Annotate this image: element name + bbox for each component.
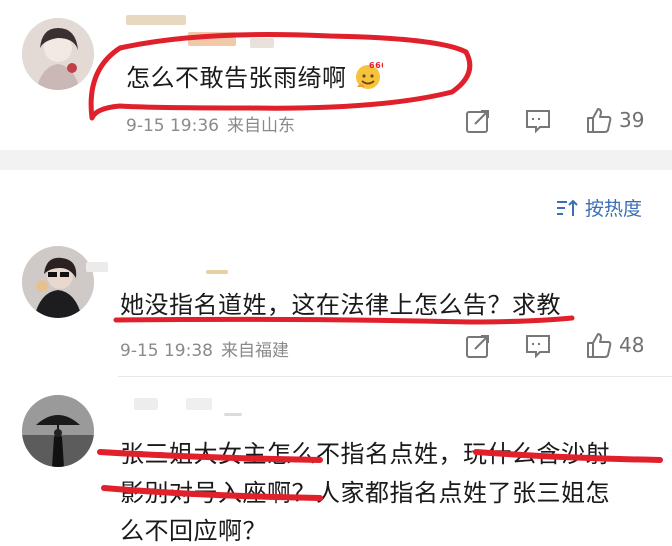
share-icon bbox=[466, 110, 489, 133]
emoji-666-icon: 666 bbox=[353, 61, 386, 97]
avatar-image bbox=[22, 18, 94, 90]
thumbs-up-icon bbox=[587, 108, 612, 133]
comment-meta: 9-15 19:36 来自山东 bbox=[126, 116, 295, 136]
username-mosaic bbox=[188, 32, 236, 46]
comment-button[interactable] bbox=[524, 333, 552, 359]
avatar[interactable] bbox=[22, 395, 94, 467]
like-button[interactable]: 48 bbox=[585, 331, 644, 359]
avatar-image bbox=[22, 246, 94, 318]
username-blurred[interactable] bbox=[126, 15, 186, 25]
comment-icon bbox=[526, 110, 550, 134]
like-button[interactable]: 39 bbox=[585, 106, 644, 134]
username-mosaic bbox=[186, 398, 212, 410]
sort-by-hot-button[interactable]: 按热度 bbox=[555, 194, 642, 221]
share-button[interactable] bbox=[465, 108, 491, 134]
comment-text-line-2: 影别对号入座啊？人家都指名点姓了张三姐怎 bbox=[120, 479, 610, 507]
sort-label: 按热度 bbox=[585, 198, 643, 220]
avatar[interactable] bbox=[22, 18, 94, 90]
share-icon bbox=[466, 335, 489, 358]
comment-separator bbox=[118, 376, 672, 377]
svg-text:666: 666 bbox=[369, 61, 383, 70]
username-blurred[interactable] bbox=[134, 398, 158, 410]
like-count: 39 bbox=[619, 108, 645, 132]
comment-icon bbox=[526, 335, 550, 359]
avatar[interactable] bbox=[22, 246, 94, 318]
badge-blurred bbox=[206, 270, 228, 274]
like-count: 48 bbox=[619, 333, 645, 357]
thumbs-up-icon bbox=[587, 333, 612, 358]
comment-text-line-1: 张三姐大女主怎么不指名点姓，玩什么含沙射 bbox=[120, 440, 610, 468]
comment-meta: 9-15 19:38 来自福建 bbox=[120, 341, 289, 361]
badge-blurred bbox=[250, 38, 274, 48]
avatar-image bbox=[22, 395, 94, 467]
section-divider bbox=[0, 150, 672, 170]
comment-text-line-3: 么不回应啊？ bbox=[120, 517, 267, 545]
comment-button[interactable] bbox=[524, 108, 552, 134]
share-button[interactable] bbox=[465, 333, 491, 359]
comment-text: 怎么不敢告张雨绮啊 666 bbox=[126, 58, 386, 97]
badge-blurred bbox=[224, 413, 242, 416]
comment-text: 她没指名道姓，这在法律上怎么告？求教 bbox=[120, 291, 561, 319]
username-blurred[interactable] bbox=[86, 262, 108, 272]
sort-icon bbox=[557, 199, 578, 216]
